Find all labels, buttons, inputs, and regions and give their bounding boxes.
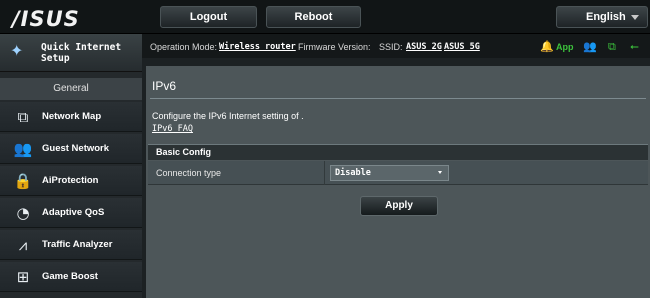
sidebar-item-label: Traffic Analyzer — [42, 239, 113, 250]
sidebar-item-label: Network Map — [42, 111, 102, 122]
ssid-label: SSID: — [379, 42, 403, 52]
language-select[interactable]: English — [556, 6, 648, 28]
apply-button[interactable]: Apply — [360, 196, 438, 216]
column-divider — [324, 161, 325, 185]
copy-icon[interactable]: ⧉ — [608, 40, 616, 54]
connection-type-select[interactable]: Disable — [330, 165, 449, 181]
top-bar: /ISUS Logout Reboot English — [0, 0, 650, 34]
sidebar-item-adaptive-qos[interactable]: ◔ Adaptive QoS — [0, 198, 142, 228]
sidebar-item-label: Guest Network — [42, 143, 110, 154]
sidebar-item-label: AiProtection — [42, 175, 99, 186]
guest-network-icon: 👥 — [13, 140, 33, 158]
status-bar: Operation Mode: Wireless router Firmware… — [142, 34, 650, 58]
operation-mode-label: Operation Mode: — [150, 42, 218, 52]
connection-type-row: Connection type Disable — [148, 161, 648, 185]
quick-setup-label: Quick Internet Setup — [41, 42, 122, 64]
chevron-down-icon — [438, 171, 442, 174]
ssid-5g-link[interactable]: ASUS_5G — [444, 42, 480, 52]
ssid-2g-link[interactable]: ASUS_2G — [406, 42, 442, 52]
logout-button[interactable]: Logout — [160, 6, 257, 28]
sidebar-item-traffic-analyzer[interactable]: ⩘ Traffic Analyzer — [0, 230, 142, 260]
speedometer-icon: ◔ — [16, 204, 30, 222]
connection-type-label: Connection type — [156, 168, 222, 178]
asus-logo: /ISUS — [12, 7, 80, 31]
sidebar-item-label: Game Boost — [42, 271, 98, 282]
notification-bell-icon[interactable]: 🔔 — [540, 40, 554, 53]
firmware-version-label: Firmware Version: — [298, 42, 371, 52]
sidebar-section-general: General — [0, 78, 142, 100]
title-divider — [150, 98, 646, 99]
network-map-icon: ⧉ — [17, 108, 29, 126]
main-panel: IPv6 Configure the IPv6 Internet setting… — [146, 66, 650, 298]
operation-mode-link[interactable]: Wireless router — [219, 42, 296, 52]
router-admin-page: /ISUS Logout Reboot English ✦ Quick Inte… — [0, 0, 650, 298]
connection-type-value: Disable — [335, 168, 371, 178]
reboot-button[interactable]: Reboot — [266, 6, 361, 28]
ipv6-faq-link[interactable]: IPv6 FAQ — [152, 124, 193, 134]
quick-internet-setup-button[interactable]: ✦ Quick Internet Setup — [0, 34, 142, 72]
page-description: Configure the IPv6 Internet setting of . — [152, 111, 304, 121]
traffic-analyzer-icon: ⩘ — [18, 236, 28, 254]
gamepad-icon: ⊞ — [16, 268, 30, 286]
sidebar-item-label: Adaptive QoS — [42, 207, 105, 218]
sidebar: ✦ Quick Internet Setup General ⧉ Network… — [0, 34, 142, 298]
users-icon[interactable]: 👥 — [583, 40, 597, 53]
language-value: English — [586, 11, 626, 23]
usb-icon[interactable]: ⭠ — [630, 40, 639, 54]
sidebar-item-network-map[interactable]: ⧉ Network Map — [0, 102, 142, 132]
app-link[interactable]: App — [556, 42, 574, 52]
page-title: IPv6 — [152, 79, 177, 93]
lock-icon: 🔒 — [13, 172, 33, 190]
magic-wand-icon: ✦ — [10, 41, 24, 60]
sidebar-item-aiprotection[interactable]: 🔒 AiProtection — [0, 166, 142, 196]
basic-config-header: Basic Config — [148, 144, 648, 160]
sidebar-item-guest-network[interactable]: 👥 Guest Network — [0, 134, 142, 164]
sidebar-item-game-boost[interactable]: ⊞ Game Boost — [0, 262, 142, 292]
chevron-down-icon — [631, 15, 639, 20]
